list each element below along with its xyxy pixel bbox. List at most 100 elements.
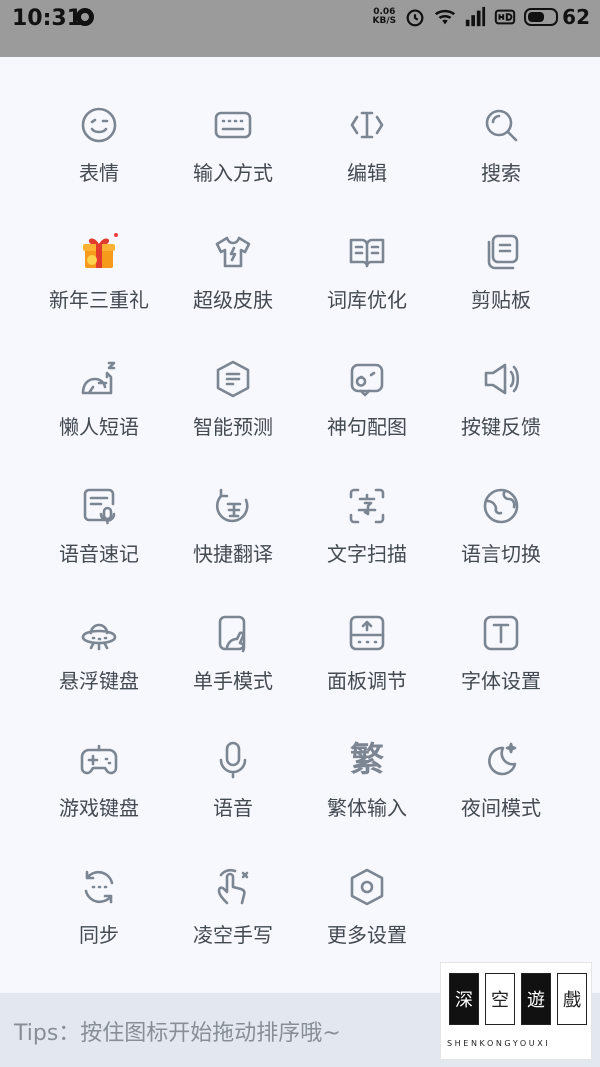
clipboard-icon [481,232,521,272]
feature-item[interactable]: 智能预测 [166,359,300,469]
feature-label: 按键反馈 [461,415,541,439]
feature-label: 语言切换 [461,542,541,566]
feature-label: 更多设置 [327,923,407,947]
tips-text: Tips：按住图标开始拖动排序哦~ [14,1021,341,1046]
sync-icon [79,867,119,907]
feature-item[interactable]: 凌空手写 [166,867,300,977]
emoji-bubble-icon [347,359,387,399]
ufo-icon [79,613,119,653]
feature-item[interactable]: 单手模式 [166,613,300,723]
watermark-logo: 深 空 遊 戲 SHENKONGYOUXI [440,962,592,1060]
globe-icon [481,486,521,526]
feature-item[interactable]: 编辑 [300,105,434,215]
feature-item[interactable]: 词库优化 [300,232,434,342]
feature-label: 字体设置 [461,669,541,693]
translate-icon [213,486,253,526]
microphone-icon [213,740,253,780]
gamepad-icon [79,740,119,780]
feature-label: 同步 [79,923,119,947]
feature-item[interactable]: 悬浮键盘 [32,613,166,723]
feature-label: 凌空手写 [193,923,273,947]
feature-item[interactable]: 游戏键盘 [32,740,166,850]
feature-grid: 表情 输入方式 编辑 搜索新年三重礼 超级皮肤 词库优化 剪贴板懒人短语 智能预测 神句配图 按键… [0,57,600,977]
tshirt-icon [213,232,253,272]
feature-label: 语音速记 [59,542,139,566]
feature-item[interactable]: 语言切换 [434,486,568,596]
traditional-char-glyph: 繁 [350,740,384,780]
feature-item[interactable]: 更多设置 [300,867,434,977]
status-time: 10:31 [12,6,83,31]
feature-item[interactable]: 按键反馈 [434,359,568,469]
wifi-icon [435,9,456,25]
hd-icon [494,9,516,25]
watermark-char: 遊 [521,973,551,1025]
notification-icon [76,8,94,26]
alarm-icon [406,9,424,27]
feature-label: 懒人短语 [59,415,139,439]
traditional-char-icon: 繁 [347,740,387,780]
sleeping-cat-icon [79,359,119,399]
feature-label: 繁体输入 [327,796,407,820]
battery-level: 62 [562,5,590,29]
feature-label: 游戏键盘 [59,796,139,820]
search-icon [481,105,521,145]
battery: 62 [524,5,590,29]
feature-item[interactable]: 文字扫描 [300,486,434,596]
one-hand-icon [213,613,253,653]
feature-label: 语音 [213,796,253,820]
feature-item[interactable]: 繁繁体输入 [300,740,434,850]
keyboard-icon [213,105,253,145]
feature-item[interactable]: 面板调节 [300,613,434,723]
network-speed: 0.06 KB/S [372,7,397,26]
signal-icon [465,6,486,27]
feature-item[interactable]: 超级皮肤 [166,232,300,342]
smiley-icon [79,105,119,145]
voice-note-icon [79,486,119,526]
battery-icon [524,8,559,26]
feature-label: 剪贴板 [471,288,531,312]
hexagon-list-icon [213,359,253,399]
feature-item[interactable]: 表情 [32,105,166,215]
panel-adjust-icon [347,613,387,653]
feature-item[interactable]: 神句配图 [300,359,434,469]
feature-item[interactable]: 搜索 [434,105,568,215]
watermark-subtitle: SHENKONGYOUXI [447,1039,551,1048]
watermark-char: 戲 [557,973,587,1025]
feature-item[interactable]: 字体设置 [434,613,568,723]
status-indicators: 0.06 KB/S 62 [373,4,590,30]
feature-label: 夜间模式 [461,796,541,820]
cursor-edit-icon [347,105,387,145]
feature-label: 编辑 [347,161,387,185]
feature-item[interactable]: 快捷翻译 [166,486,300,596]
moon-icon [481,740,521,780]
open-book-icon [347,232,387,272]
feature-item[interactable]: 同步 [32,867,166,977]
status-bar: 10:31 0.06 KB/S 62 [0,0,600,57]
font-icon [481,613,521,653]
feature-item[interactable]: 语音 [166,740,300,850]
feature-label: 词库优化 [327,288,407,312]
gift-box-icon [79,232,119,272]
speaker-vibrate-icon [481,359,521,399]
feature-label: 超级皮肤 [193,288,273,312]
feature-label: 单手模式 [193,669,273,693]
feature-item[interactable]: 新年三重礼 [32,232,166,342]
feature-label: 面板调节 [327,669,407,693]
feature-label: 输入方式 [193,161,273,185]
feature-item[interactable]: 剪贴板 [434,232,568,342]
feature-label: 表情 [79,161,119,185]
feature-label: 快捷翻译 [193,542,273,566]
feature-label: 悬浮键盘 [59,669,139,693]
handwriting-icon [213,867,253,907]
settings-hexagon-icon [347,867,387,907]
feature-label: 神句配图 [327,415,407,439]
feature-item[interactable]: 夜间模式 [434,740,568,850]
feature-item[interactable]: 输入方式 [166,105,300,215]
watermark-char: 空 [485,973,515,1025]
feature-item[interactable]: 语音速记 [32,486,166,596]
feature-label: 新年三重礼 [49,288,149,312]
feature-label: 文字扫描 [327,542,407,566]
feature-item[interactable]: 懒人短语 [32,359,166,469]
feature-label: 搜索 [481,161,521,185]
scan-text-icon [347,486,387,526]
